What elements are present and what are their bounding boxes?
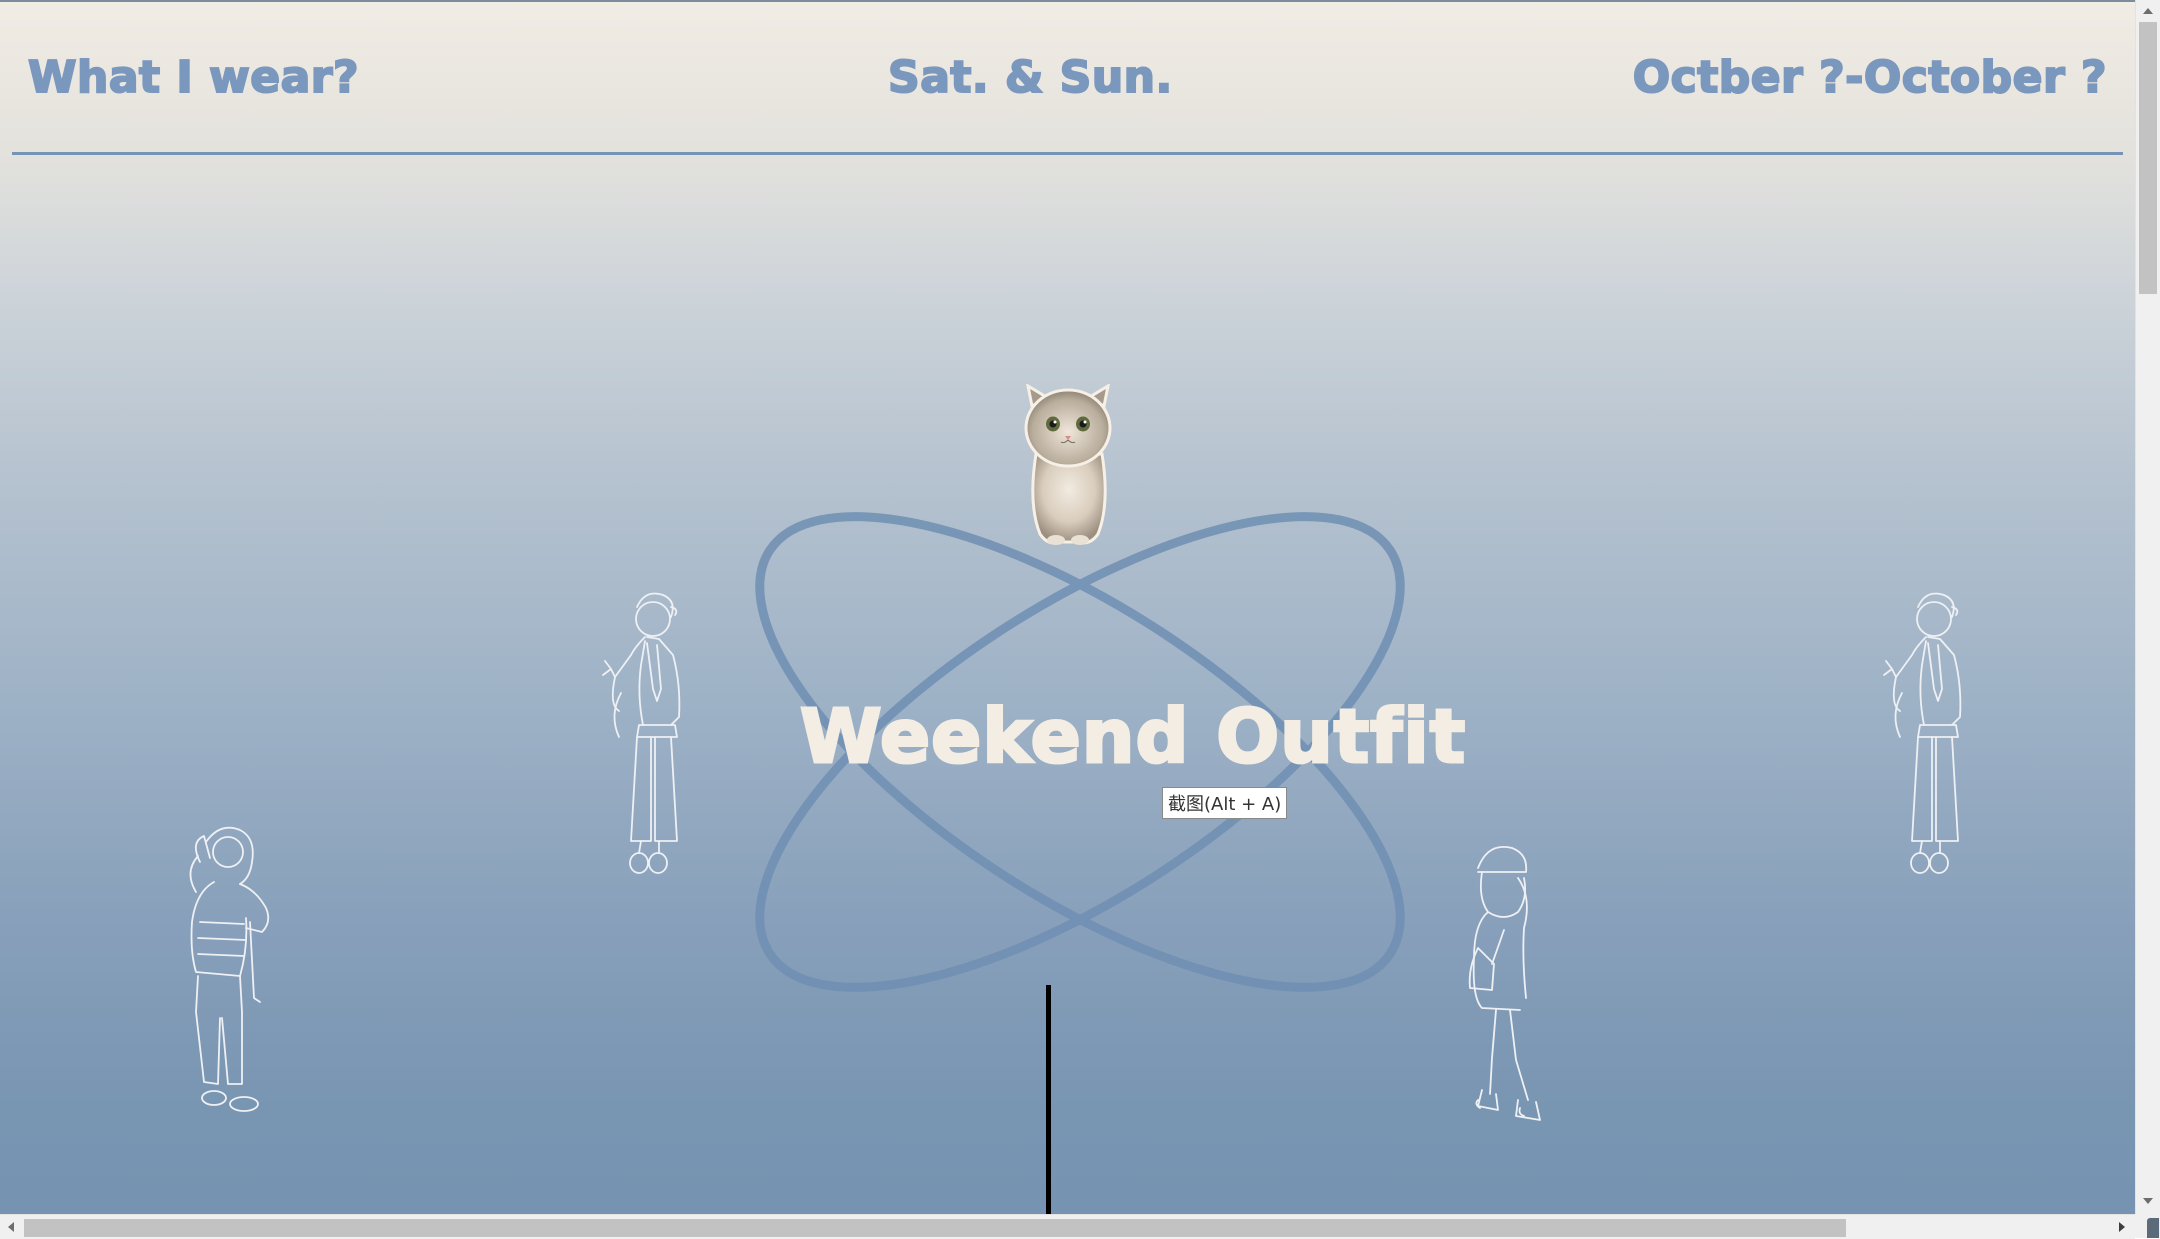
date-range-label: Octber ?-October ?	[1632, 51, 2108, 104]
girl-sketch-walking	[1468, 846, 1541, 1121]
vertical-scroll-thumb[interactable]	[2139, 22, 2157, 294]
scroll-up-arrow-icon[interactable]	[2142, 6, 2154, 16]
browser-viewport: What I wear? Sat. & Sun. Octber ?-Octobe…	[0, 0, 2160, 1239]
header-divider	[12, 152, 2123, 155]
horizontal-scrollbar[interactable]	[0, 1214, 2135, 1239]
hero-title: Weekend Outfit	[798, 693, 1467, 782]
girl-sketch-left-center	[602, 592, 681, 874]
scroll-down-arrow-icon[interactable]	[2142, 1196, 2154, 1206]
page-canvas: What I wear? Sat. & Sun. Octber ?-Octobe…	[0, 0, 2135, 1214]
resize-grip-icon[interactable]	[2147, 1218, 2159, 1238]
horizontal-scroll-thumb[interactable]	[24, 1219, 1846, 1237]
screenshot-tooltip: 截图(Alt + A)	[1162, 787, 1288, 819]
scroll-right-arrow-icon[interactable]	[2117, 1221, 2127, 1233]
vertical-scrollbar[interactable]	[2135, 0, 2160, 1214]
weekend-days-label: Sat. & Sun.	[887, 51, 1173, 104]
site-title[interactable]: What I wear?	[27, 51, 360, 104]
top-border	[0, 0, 2135, 2]
cat-image	[1024, 384, 1112, 545]
scroll-left-arrow-icon[interactable]	[6, 1221, 16, 1233]
girl-sketch-left-hooded	[189, 826, 270, 1112]
vertical-stem-line	[1046, 985, 1051, 1214]
scrollbar-corner	[2135, 1214, 2160, 1238]
girl-sketch-right	[1883, 592, 1962, 874]
